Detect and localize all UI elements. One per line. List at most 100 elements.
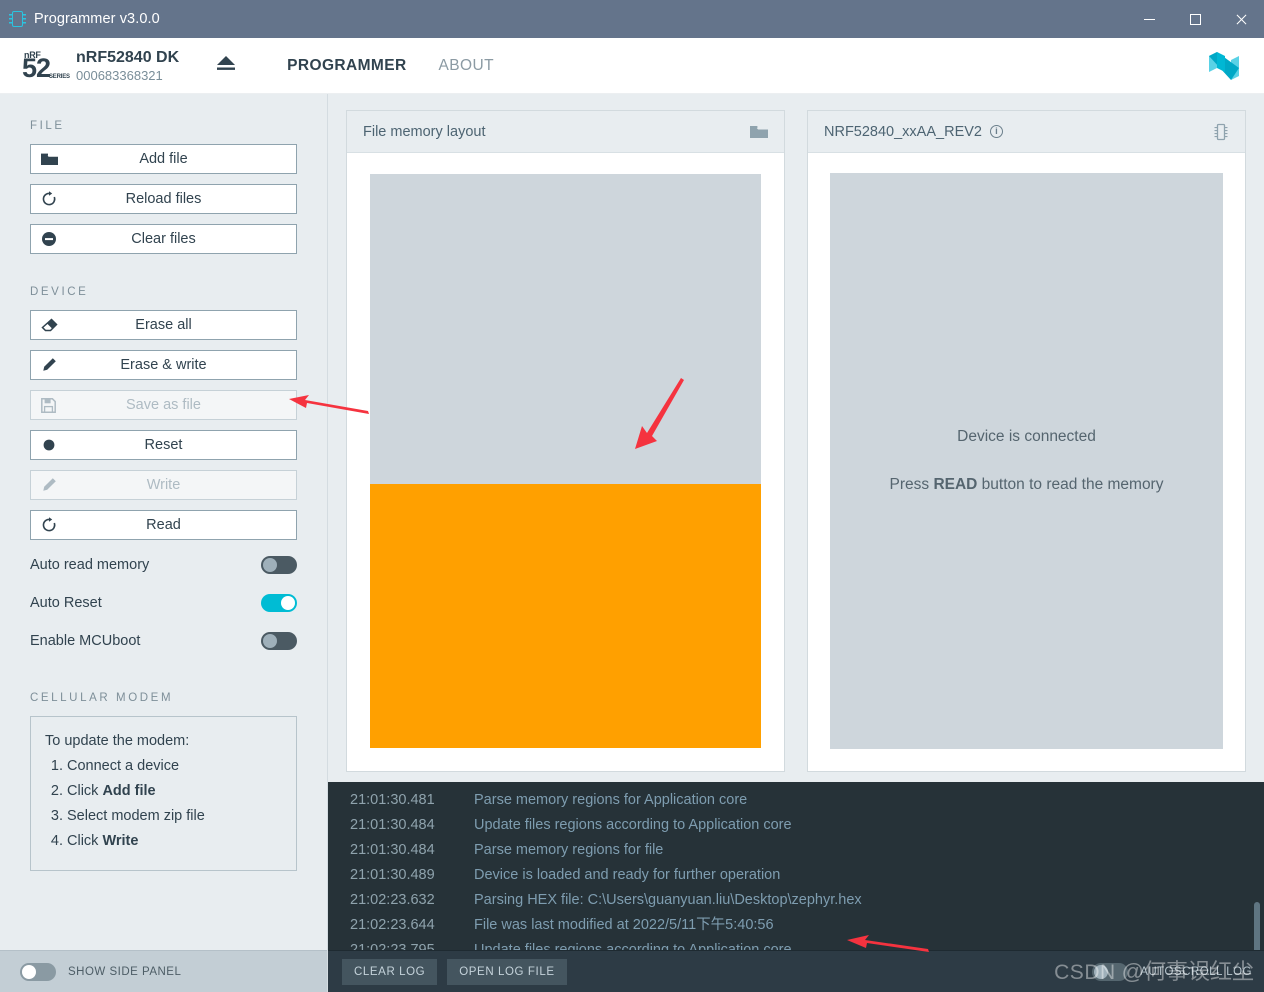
- list-item: Connect a device: [67, 754, 282, 779]
- sidebar-group-title-cellular-modem: CELLULAR MODEM: [30, 692, 174, 704]
- log-footer: CLEAR LOG OPEN LOG FILE AUTOSCROLL LOG: [328, 950, 1264, 992]
- erase-all-button[interactable]: Erase all: [30, 310, 297, 340]
- device-memory-header: NRF52840_xxAA_REV2 i: [808, 111, 1245, 153]
- log-timestamp: 21:02:23.795: [350, 942, 435, 950]
- log-timestamp: 21:01:30.484: [350, 817, 435, 833]
- read-button[interactable]: Read: [30, 510, 297, 540]
- floppy-icon: [41, 391, 56, 419]
- device-memory-panel: NRF52840_xxAA_REV2 i Device is connected…: [807, 110, 1246, 772]
- erase-and-write-button[interactable]: Erase & write: [30, 350, 297, 380]
- log-entries[interactable]: 21:01:30.481 Parse memory regions for Ap…: [328, 782, 1264, 950]
- info-icon[interactable]: i: [989, 125, 1003, 138]
- clear-files-label: Clear files: [131, 231, 196, 247]
- close-button[interactable]: [1218, 0, 1264, 38]
- chip-icon[interactable]: [1213, 122, 1229, 142]
- save-as-file-button[interactable]: Save as file: [30, 390, 297, 420]
- autoscroll-log-toggle[interactable]: [1092, 962, 1129, 981]
- minimize-icon: [1143, 18, 1155, 20]
- log-message: Update files regions according to Applic…: [474, 942, 792, 950]
- show-side-panel-row: SHOW SIDE PANEL: [0, 950, 327, 992]
- app-header: nRF 52 SERIES nRF52840 DK 000683368321 P…: [0, 38, 1264, 94]
- enable-mcuboot-toggle[interactable]: [261, 632, 297, 650]
- enable-mcuboot-row: Enable MCUboot: [30, 626, 297, 656]
- minimize-button[interactable]: [1126, 0, 1172, 38]
- file-memory-layout-header: File memory layout: [347, 111, 784, 153]
- autoscroll-log-label: AUTOSCROLL LOG: [1140, 965, 1252, 978]
- log-message: File was last modified at 2022/5/11下午5:4…: [474, 917, 774, 933]
- show-side-panel-label: SHOW SIDE PANEL: [68, 965, 182, 978]
- folder-icon[interactable]: [750, 125, 768, 139]
- main-tabs: PROGRAMMER ABOUT: [271, 38, 510, 94]
- memory-panels: File memory layout NRF52840_xxAA_REV2 i …: [328, 94, 1264, 782]
- autoscroll-control: AUTOSCROLL LOG: [1092, 962, 1252, 981]
- log-timestamp: 21:02:23.644: [350, 917, 435, 933]
- minus-circle-icon: [41, 225, 57, 253]
- file-memory-layout-body: [347, 153, 784, 771]
- log-entry: 21:02:23.795 Update files regions accord…: [328, 938, 1264, 950]
- enable-mcuboot-label: Enable MCUboot: [30, 633, 141, 649]
- auto-reset-toggle[interactable]: [261, 594, 297, 612]
- device-status-area: Device is connected Press READ button to…: [830, 173, 1223, 749]
- add-file-button[interactable]: Add file: [30, 144, 297, 174]
- file-memory-map[interactable]: [369, 173, 762, 749]
- show-side-panel-toggle[interactable]: [20, 962, 56, 981]
- sidebar-group-title-device: DEVICE: [30, 286, 89, 298]
- log-entry: 21:02:23.644 File was last modified at 2…: [328, 913, 1264, 938]
- sidebar-group-title-file: FILE: [30, 120, 65, 132]
- log-entry: 21:02:23.632 Parsing HEX file: C:\Users\…: [328, 888, 1264, 913]
- maximize-icon: [1189, 13, 1201, 25]
- modem-instructions-box: To update the modem: Connect a device Cl…: [30, 716, 297, 871]
- main-content: File memory layout NRF52840_xxAA_REV2 i …: [328, 94, 1264, 992]
- erase-and-write-label: Erase & write: [120, 357, 207, 373]
- memory-segment-empty[interactable]: [370, 174, 761, 484]
- log-message: Parsing HEX file: C:\Users\guanyuan.liu\…: [474, 892, 862, 908]
- device-connected-status: Device is connected: [957, 428, 1096, 445]
- log-message: Update files regions according to Applic…: [474, 817, 792, 833]
- log-timestamp: 21:01:30.484: [350, 842, 435, 858]
- auto-read-memory-label: Auto read memory: [30, 557, 150, 573]
- refresh-icon: [41, 511, 57, 539]
- dot-circle-icon: [41, 431, 57, 459]
- device-memory-title: NRF52840_xxAA_REV2: [824, 123, 982, 140]
- window-controls: [1126, 0, 1264, 38]
- reload-files-label: Reload files: [125, 191, 202, 207]
- tab-programmer[interactable]: PROGRAMMER: [271, 38, 422, 94]
- maximize-button[interactable]: [1172, 0, 1218, 38]
- window-title-bar: Programmer v3.0.0: [0, 0, 1264, 38]
- log-scrollbar[interactable]: [1254, 902, 1260, 950]
- log-entry: 21:01:30.481 Parse memory regions for Ap…: [328, 788, 1264, 813]
- modem-instructions-intro: To update the modem:: [45, 733, 190, 749]
- log-message: Device is loaded and ready for further o…: [474, 867, 781, 883]
- eject-icon: [215, 54, 237, 77]
- log-timestamp: 21:01:30.481: [350, 792, 435, 808]
- read-label: Read: [146, 517, 181, 533]
- reload-files-button[interactable]: Reload files: [30, 184, 297, 214]
- chip-icon: [0, 11, 34, 27]
- refresh-icon: [41, 185, 57, 213]
- write-button[interactable]: Write: [30, 470, 297, 500]
- auto-read-memory-toggle[interactable]: [261, 556, 297, 574]
- log-message: Parse memory regions for Application cor…: [474, 792, 748, 808]
- log-scrollbar-thumb[interactable]: [1254, 902, 1260, 950]
- nrf52-series-logo: nRF 52 SERIES: [22, 47, 70, 85]
- clear-log-button[interactable]: CLEAR LOG: [342, 958, 438, 985]
- log-timestamp: 21:02:23.632: [350, 892, 435, 908]
- list-item: Click Add file: [67, 779, 282, 804]
- auto-reset-label: Auto Reset: [30, 595, 102, 611]
- eject-device-button[interactable]: [209, 49, 243, 83]
- open-log-file-button[interactable]: OPEN LOG FILE: [447, 958, 567, 985]
- close-icon: [1235, 13, 1247, 25]
- erase-all-label: Erase all: [135, 317, 192, 333]
- window-title: Programmer v3.0.0: [34, 11, 160, 27]
- clear-files-button[interactable]: Clear files: [30, 224, 297, 254]
- device-memory-body: Device is connected Press READ button to…: [808, 153, 1245, 771]
- device-name: nRF52840 DK: [76, 48, 180, 66]
- reset-button[interactable]: Reset: [30, 430, 297, 460]
- device-selector[interactable]: nRF52840 DK 000683368321: [76, 48, 179, 84]
- programmer-app-window: Programmer v3.0.0 nRF 52 SERIES nRF52840…: [0, 0, 1264, 992]
- memory-segment-application[interactable]: [370, 483, 761, 748]
- log-entry: 21:01:30.489 Device is loaded and ready …: [328, 863, 1264, 888]
- nrf-badge-suffix: SERIES: [49, 73, 70, 80]
- tab-about[interactable]: ABOUT: [423, 38, 510, 94]
- app-body: FILE Add file Reload files Clear files D…: [0, 94, 1264, 992]
